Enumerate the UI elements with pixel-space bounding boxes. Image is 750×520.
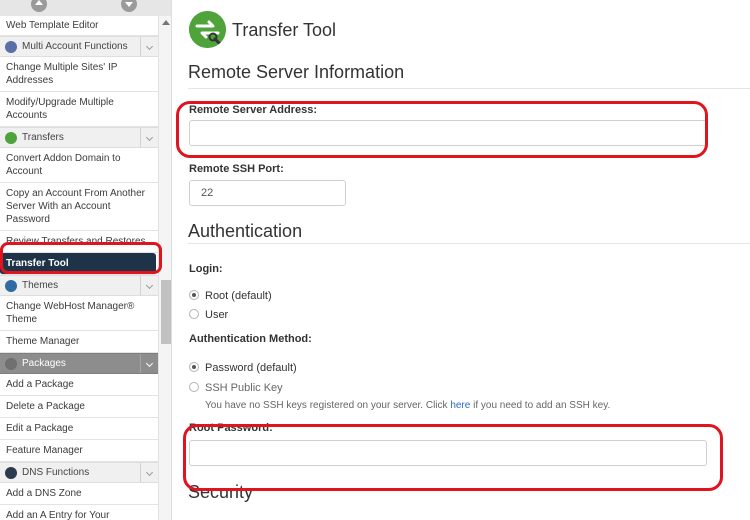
transfers-icon	[5, 132, 17, 144]
scrollbar-thumb[interactable]	[161, 280, 171, 344]
sidebar-item[interactable]: Change Multiple Sites' IP Addresses	[0, 57, 158, 92]
scroll-down-icon[interactable]	[121, 0, 137, 12]
sidebar-item[interactable]: Feature Manager	[0, 440, 158, 462]
login-option-root[interactable]: Root (default)	[189, 289, 272, 303]
section-divider	[188, 243, 750, 244]
multi-account-icon	[5, 41, 17, 53]
sidebar-item[interactable]: Theme Manager	[0, 331, 158, 353]
chevron-down-icon[interactable]	[140, 37, 158, 56]
method-option-password[interactable]: Password (default)	[189, 361, 297, 375]
sidebar-category-label: Themes	[22, 280, 59, 291]
sidebar-item[interactable]: Delete a Package	[0, 396, 158, 418]
highlight-remote-address	[176, 101, 708, 158]
packages-icon	[5, 358, 17, 370]
scrollbar-up-arrow-icon[interactable]	[162, 20, 170, 25]
chevron-down-icon[interactable]	[140, 354, 158, 373]
sidebar-item[interactable]: Modify/Upgrade Multiple Accounts	[0, 92, 158, 127]
ssh-key-note: You have no SSH keys registered on your …	[205, 400, 611, 411]
method-option-ssh-key[interactable]: SSH Public Key	[189, 381, 283, 395]
sidebar-item[interactable]: Add a DNS Zone	[0, 483, 158, 505]
remote-server-heading: Remote Server Information	[188, 62, 405, 82]
sidebar-category[interactable]: Themes	[0, 275, 158, 296]
sidebar-item[interactable]: Edit a Package	[0, 418, 158, 440]
auth-method-label: Authentication Method:	[189, 333, 312, 345]
chevron-down-icon[interactable]	[140, 276, 158, 295]
section-divider	[188, 88, 750, 89]
page-title: Transfer Tool	[232, 20, 337, 40]
remote-port-label: Remote SSH Port:	[189, 163, 284, 175]
radio-unselected-icon[interactable]	[189, 309, 199, 319]
login-option-user[interactable]: User	[189, 308, 228, 322]
chevron-down-icon[interactable]	[140, 128, 158, 147]
sidebar-scroll-controls	[0, 0, 171, 16]
sidebar-category[interactable]: Packages	[0, 353, 158, 374]
radio-selected-icon[interactable]	[189, 362, 199, 372]
sidebar-item[interactable]: Add a Package	[0, 374, 158, 396]
authentication-heading: Authentication	[188, 221, 303, 241]
chevron-down-icon[interactable]	[140, 463, 158, 482]
remote-port-input[interactable]: 22	[189, 180, 346, 206]
sidebar-item[interactable]: Copy an Account From Another Server With…	[0, 183, 158, 231]
sidebar-category[interactable]: Multi Account Functions	[0, 36, 158, 57]
sidebar-item[interactable]: Web Template Editor	[0, 16, 158, 36]
radio-selected-icon[interactable]	[189, 290, 199, 300]
sidebar-category[interactable]: DNS Functions	[0, 462, 158, 483]
sidebar-item[interactable]: Add an A Entry for Your	[0, 505, 158, 520]
add-ssh-key-link[interactable]: here	[450, 400, 470, 411]
login-label: Login:	[189, 263, 223, 275]
sidebar-category-label: DNS Functions	[22, 467, 90, 478]
sidebar-category[interactable]: Transfers	[0, 127, 158, 148]
dns-icon	[5, 467, 17, 479]
sidebar-category-label: Multi Account Functions	[22, 41, 128, 52]
sidebar-item[interactable]: Change WebHost Manager® Theme	[0, 296, 158, 331]
highlight-root-password	[183, 424, 723, 491]
transfer-tool-logo-icon	[189, 11, 226, 48]
scroll-up-icon[interactable]	[31, 0, 47, 12]
sidebar-item[interactable]: Convert Addon Domain to Account	[0, 148, 158, 183]
sidebar-category-label: Transfers	[22, 132, 64, 143]
highlight-transfer-tool	[0, 242, 162, 274]
themes-icon	[5, 280, 17, 292]
radio-unselected-icon[interactable]	[189, 382, 199, 392]
sidebar-category-label: Packages	[22, 358, 66, 369]
